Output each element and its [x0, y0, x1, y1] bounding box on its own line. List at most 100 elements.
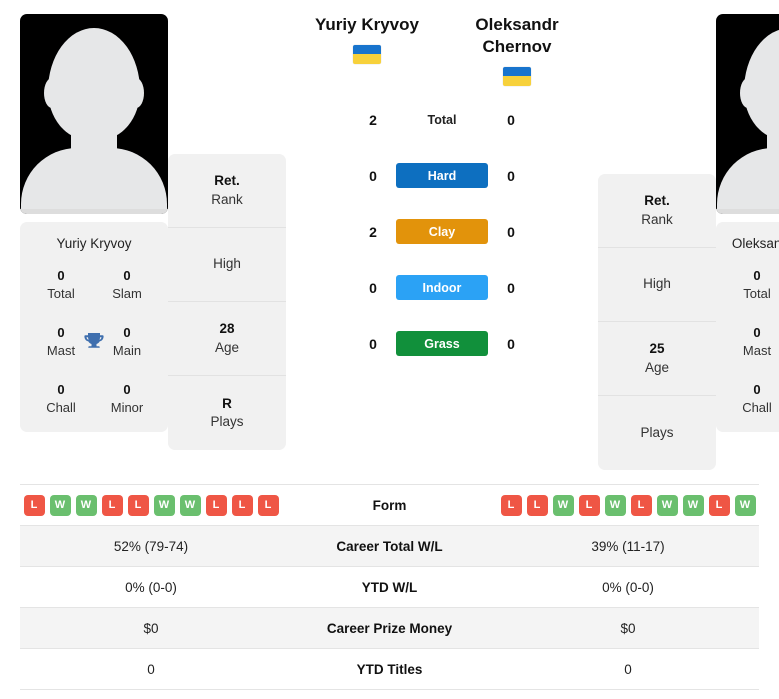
left-info-rank-label: Rank: [211, 191, 243, 207]
left-player-titles-card: Yuriy Kryvoy 0 Total 0 Slam 0 Mast 0 Mai…: [20, 222, 168, 433]
left-info-high: High: [168, 228, 286, 302]
ukraine-flag-icon-left: [353, 44, 381, 64]
h2h-hard-right: 0: [507, 167, 515, 184]
form-badge-win[interactable]: W: [179, 494, 201, 516]
form-badge-win[interactable]: W: [604, 494, 626, 516]
row-label-career-prize-money: Career Prize Money: [326, 620, 453, 636]
left-titles-minor-value: 0: [123, 382, 131, 398]
left-titles-grid: 0 Total 0 Slam 0 Mast 0 Main 0 Chall 0 M…: [28, 267, 160, 416]
avatar-ear-left-icon: [44, 78, 60, 108]
row-label-career-total-wl: Career Total W/L: [336, 538, 443, 554]
right-form-cell: LLWLWLWWLW: [497, 494, 759, 516]
left-player-name: Yuriy Kryvoy: [315, 15, 419, 34]
right-form-strip: LLWLWLWWLW: [500, 494, 756, 516]
right-info-plays: Plays: [598, 396, 716, 470]
form-badge-loss[interactable]: L: [257, 494, 279, 516]
left-info-card: Ret. Rank High 28 Age R Plays: [168, 154, 286, 450]
right-titles-mast: 0 Mast: [724, 324, 779, 359]
right-career-total-wl: 39% (11-17): [591, 538, 665, 554]
table-row-ytd-wl: 0% (0-0) YTD W/L 0% (0-0): [20, 567, 759, 608]
form-badge-loss[interactable]: L: [23, 494, 45, 516]
left-info-rank: Ret. Rank: [168, 154, 286, 228]
row-label-ytd-titles: YTD Titles: [356, 661, 423, 677]
table-row-career-total-wl: 52% (79-74) Career Total W/L 39% (11-17): [20, 526, 759, 567]
form-badge-win[interactable]: W: [49, 494, 71, 516]
left-info-plays: R Plays: [168, 376, 286, 450]
surface-badge-grass[interactable]: Grass: [396, 331, 488, 356]
form-badge-win[interactable]: W: [552, 494, 574, 516]
form-badge-loss[interactable]: L: [101, 494, 123, 516]
right-info-card: Ret. Rank High 25 Age Plays: [598, 174, 716, 470]
left-titles-total-value: 0: [57, 268, 65, 283]
left-info-age-label: Age: [214, 339, 240, 355]
left-info-age-value: 28: [219, 321, 235, 337]
right-info-rank: Ret. Rank: [598, 174, 716, 248]
left-titles-slam: 0 Slam: [94, 267, 160, 302]
left-titles-minor: 0 Minor: [94, 381, 160, 416]
left-career-total-wl: 52% (79-74): [113, 538, 189, 554]
form-badge-win[interactable]: W: [75, 494, 97, 516]
h2h-indoor-right: 0: [507, 279, 515, 296]
h2h-row-hard: 0 Hard 0: [292, 148, 592, 204]
form-badge-loss[interactable]: L: [578, 494, 600, 516]
avatar-body-icon: [21, 148, 167, 210]
right-info-rank-value: Ret.: [644, 193, 670, 209]
left-titles-total: 0 Total: [28, 267, 94, 302]
right-titles-total-label: Total: [743, 285, 771, 301]
avatar-body-icon: [717, 148, 779, 210]
comparison-header: Yuriy Kryvoy 0 Total 0 Slam 0 Mast 0 Mai…: [0, 0, 779, 470]
left-titles-slam-value: 0: [123, 268, 131, 283]
row-label-form: Form: [372, 497, 407, 513]
h2h-grass-left: 0: [369, 335, 377, 352]
form-badge-loss[interactable]: L: [630, 494, 652, 516]
form-badge-loss[interactable]: L: [231, 494, 253, 516]
surface-badge-hard[interactable]: Hard: [396, 163, 488, 188]
h2h-indoor-left: 0: [369, 279, 377, 296]
player-comparison-page: Yuriy Kryvoy 0 Total 0 Slam 0 Mast 0 Mai…: [0, 0, 779, 699]
form-badge-loss[interactable]: L: [526, 494, 548, 516]
comparison-stats-table: LWWLLWWLLL Form LLWLWLWWLW 52% (79-74) C…: [20, 484, 759, 690]
left-player-column: Yuriy Kryvoy 0 Total 0 Slam 0 Mast 0 Mai…: [20, 14, 168, 433]
right-info-high: High: [598, 248, 716, 322]
form-badge-win[interactable]: W: [734, 494, 756, 516]
left-titles-chall-value: 0: [57, 382, 65, 398]
right-player-photo: [716, 14, 779, 214]
form-badge-loss[interactable]: L: [500, 494, 522, 516]
surface-badge-indoor[interactable]: Indoor: [396, 275, 488, 300]
left-info-rank-value: Ret.: [214, 173, 240, 189]
photo-bottom-strip: [20, 209, 168, 214]
head-to-head-table: 2 Total 0 0 Hard 0 2 Clay 0 0 Indoor 0 0…: [292, 92, 592, 372]
right-player-name-block[interactable]: Oleksandr Chernov: [442, 14, 592, 86]
right-titles-chall: 0 Chall: [724, 381, 779, 416]
table-row-form: LWWLLWWLLL Form LLWLWLWWLW: [20, 485, 759, 526]
ukraine-flag-icon-right: [503, 66, 531, 86]
right-titles-mast-value: 0: [753, 325, 761, 341]
surface-badge-clay[interactable]: Clay: [396, 219, 488, 244]
right-player-name-line2: Chernov: [482, 36, 552, 56]
form-badge-win[interactable]: W: [682, 494, 704, 516]
h2h-row-indoor: 0 Indoor 0: [292, 260, 592, 316]
row-label-ytd-wl: YTD W/L: [361, 579, 418, 595]
right-info-high-label: High: [643, 276, 671, 292]
right-info-rank-label: Rank: [641, 211, 673, 227]
player-names-row: Yuriy Kryvoy Oleksandr Chernov: [292, 14, 592, 86]
form-badge-loss[interactable]: L: [708, 494, 730, 516]
right-info-plays-label: Plays: [640, 424, 674, 440]
avatar-ear-left-icon: [740, 78, 756, 108]
form-badge-win[interactable]: W: [153, 494, 175, 516]
form-badge-loss[interactable]: L: [127, 494, 149, 516]
right-player-column: Oleksandr Chernov 0 Total 0 Slam 0 Mast: [716, 14, 779, 433]
left-player-name-block[interactable]: Yuriy Kryvoy: [292, 14, 442, 64]
form-badge-loss[interactable]: L: [205, 494, 227, 516]
form-badge-win[interactable]: W: [656, 494, 678, 516]
right-player-titles-card: Oleksandr Chernov 0 Total 0 Slam 0 Mast: [716, 222, 779, 433]
right-info-column: Ret. Rank High 25 Age Plays: [598, 14, 716, 470]
right-card-player-name: Oleksandr Chernov: [731, 236, 779, 251]
left-form-strip: LWWLLWWLLL: [23, 494, 279, 516]
h2h-clay-right: 0: [507, 223, 515, 240]
h2h-total-right: 0: [507, 111, 515, 128]
trophy-icon: [84, 332, 104, 348]
h2h-row-grass: 0 Grass 0: [292, 316, 592, 372]
right-ytd-wl: 0% (0-0): [602, 579, 654, 595]
h2h-total-label: Total: [427, 112, 457, 127]
